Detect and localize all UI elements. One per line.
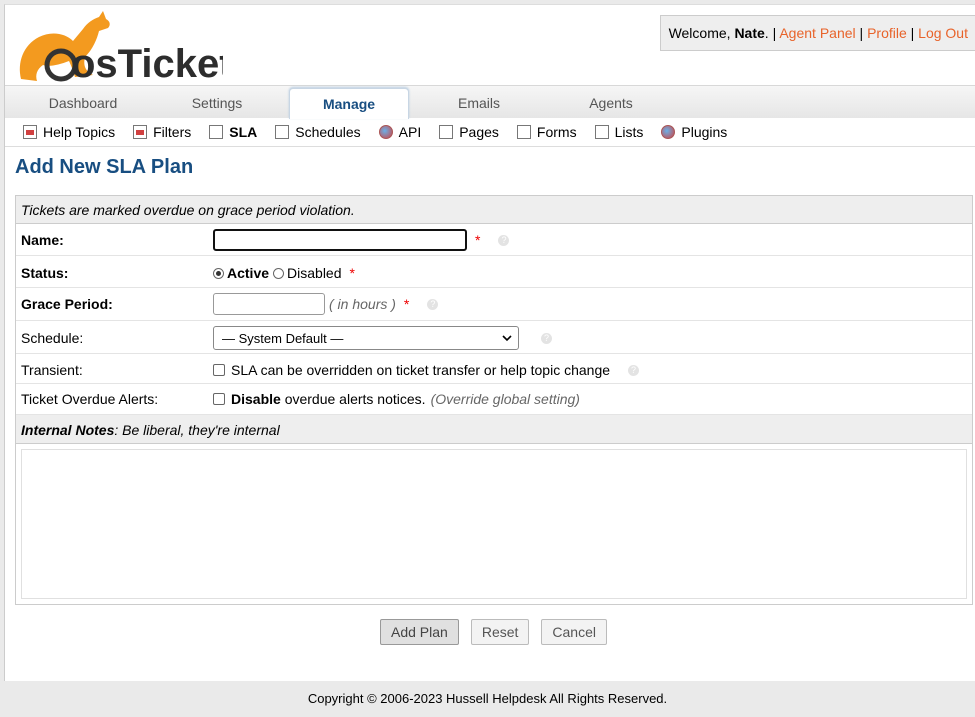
grace-period-input[interactable] [213,293,325,315]
alerts-bold: Disable [231,391,281,407]
subnav-label: API [398,124,422,140]
subnav-pages[interactable]: Pages [439,124,499,140]
main-tabs: Dashboard Settings Manage Emails Agents [5,85,975,119]
disable-alerts-checkbox[interactable] [213,393,225,405]
required-mark: * [349,265,355,281]
transient-row: Transient: SLA can be overridden on tick… [16,354,972,384]
help-icon[interactable]: ? [628,364,640,376]
schedule-row: Schedule: — System Default — ? [16,321,972,354]
subnav-label: Filters [153,124,192,140]
name-label: Name: [21,232,64,248]
subnav-help-topics[interactable]: Help Topics [23,124,115,140]
form-buttons: Add Plan Reset Cancel [380,619,619,645]
subnav-forms[interactable]: Forms [516,124,577,140]
status-row: Status: Active Disabled * [16,256,972,288]
notes-subtitle: : Be liberal, they're internal [114,422,280,438]
schedule-select[interactable]: — System Default — [213,326,519,350]
tab-dashboard[interactable]: Dashboard [21,88,145,118]
status-active-radio[interactable] [213,267,224,279]
separator: | [859,25,864,41]
subnav-api[interactable]: API [378,124,422,140]
add-plan-button[interactable]: Add Plan [380,619,459,645]
transient-label: Transient: [21,362,83,378]
form-header: Tickets are marked overdue on grace peri… [16,196,972,224]
notes-header: Internal Notes: Be liberal, they're inte… [16,415,972,444]
agent-panel-link[interactable]: Agent Panel [779,25,855,41]
cancel-button[interactable]: Cancel [541,619,607,645]
subnav-label: Pages [459,124,499,140]
reset-button[interactable]: Reset [470,619,530,645]
required-mark: * [403,296,410,312]
logout-link[interactable]: Log Out [918,25,968,41]
header: osTicket Welcome, Nate. | Agent Panel | … [5,5,975,86]
notes-title: Internal Notes [21,422,115,438]
subnav-filters[interactable]: Filters [133,124,191,140]
separator: | [772,25,777,41]
lists-icon [594,125,609,139]
subnav-label: Help Topics [43,124,116,140]
required-mark: * [475,232,481,248]
form-intro: Tickets are marked overdue on grace peri… [21,202,355,218]
subnav-plugins[interactable]: Plugins [661,124,727,140]
grace-hint: ( in hours ) [329,296,396,312]
api-icon [378,125,393,139]
sub-navigation: Help Topics Filters SLA Schedules API Pa… [5,118,975,147]
status-active-label: Active [227,265,270,281]
alerts-label: Ticket Overdue Alerts: [21,391,159,407]
transient-checkbox[interactable] [213,364,225,376]
grace-label: Grace Period: [21,296,113,312]
welcome-text: Welcome, [668,25,735,41]
subnav-label: Forms [536,124,577,140]
forms-icon [516,125,531,139]
schedules-icon [275,125,290,139]
alerts-note: (Override global setting) [430,391,580,407]
help-icon[interactable]: ? [541,332,552,344]
subnav-label: Lists [614,124,644,140]
help-icon[interactable]: ? [498,234,510,246]
help-icon[interactable]: ? [427,298,439,310]
alerts-text: overdue alerts notices. [280,391,426,407]
subnav-label: SLA [229,124,258,140]
tab-manage[interactable]: Manage [289,88,409,119]
osticket-logo[interactable]: osTicket [13,9,233,86]
name-input[interactable] [213,229,467,251]
schedule-label: Schedule: [21,330,84,346]
schedule-value: — System Default — [222,330,344,346]
grace-row: Grace Period: ( in hours ) * ? [16,288,972,321]
status-disabled-label: Disabled [287,265,342,281]
page-container: osTicket Welcome, Nate. | Agent Panel | … [4,4,975,681]
chevron-down-icon [502,334,512,341]
filter-icon [133,125,148,139]
pages-icon [439,125,454,139]
sla-form: Tickets are marked overdue on grace peri… [15,195,973,605]
user-name: Nate [734,25,765,41]
name-row: Name: * ? [16,224,972,256]
logo-text: osTicket [71,42,223,83]
kangaroo-logo-icon: osTicket [19,11,233,86]
status-label: Status: [21,265,69,281]
alerts-row: Ticket Overdue Alerts: Disable overdue a… [16,384,972,415]
subnav-label: Plugins [681,124,728,140]
subnav-lists[interactable]: Lists [594,124,644,140]
profile-link[interactable]: Profile [867,25,907,41]
separator: | [910,25,915,41]
help-topics-icon [23,125,37,139]
user-bar: Welcome, Nate. | Agent Panel | Profile |… [659,15,975,51]
transient-text: SLA can be overridden on ticket transfer… [231,362,611,378]
tab-agents[interactable]: Agents [551,88,671,118]
tab-settings[interactable]: Settings [155,88,279,118]
plugins-icon [661,125,676,139]
page-title: Add New SLA Plan [15,156,194,178]
welcome-suffix: . [764,25,769,41]
subnav-schedules[interactable]: Schedules [275,124,361,140]
sla-icon [209,125,224,139]
subnav-sla[interactable]: SLA [209,124,257,140]
tab-emails[interactable]: Emails [417,88,541,118]
footer: Copyright © 2006-2023 Hussell Helpdesk A… [0,684,975,717]
status-disabled-radio[interactable] [273,267,285,279]
internal-notes-editor[interactable] [21,449,967,599]
subnav-label: Schedules [295,124,361,140]
